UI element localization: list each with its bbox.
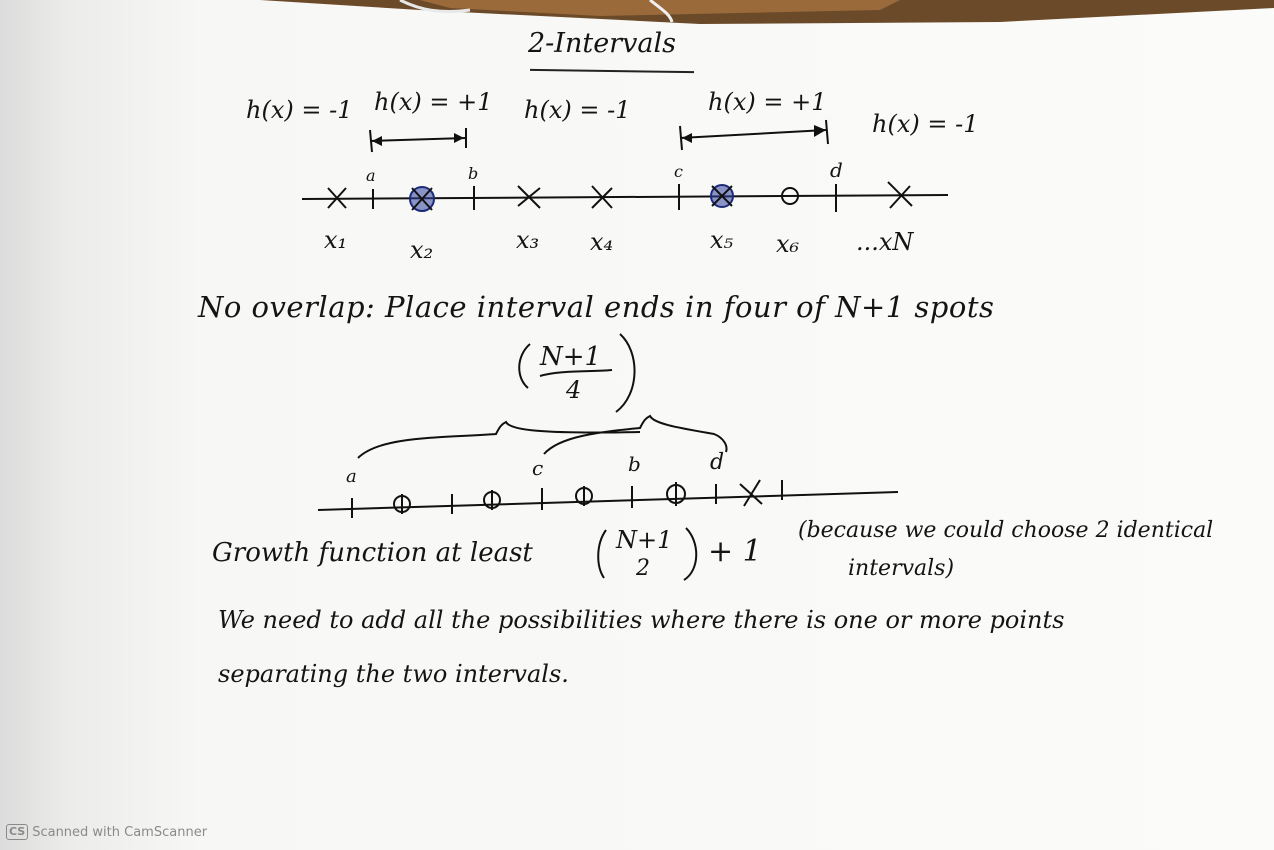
binomial-parens-2 [597,527,698,581]
growth-binomial-bottom: 2 [636,556,650,581]
camscanner-watermark: CS Scanned with CamScanner [6,824,207,840]
growth-note-line2: intervals) [848,556,955,581]
need-text-line1: We need to add all the possibilities whe… [218,606,1065,634]
camscanner-logo-icon: CS [6,824,29,840]
watermark-text: Scanned with CamScanner [32,824,208,840]
growth-binomial-top: N+1 [616,526,673,554]
growth-plus-one: + 1 [708,534,762,569]
need-text-line2: separating the two intervals. [218,660,569,688]
growth-note-line1: (because we could choose 2 identical [798,518,1214,543]
scanned-page: 2-Intervals h(x) = -1 h(x) = +1 h(x) = -… [0,0,1274,850]
